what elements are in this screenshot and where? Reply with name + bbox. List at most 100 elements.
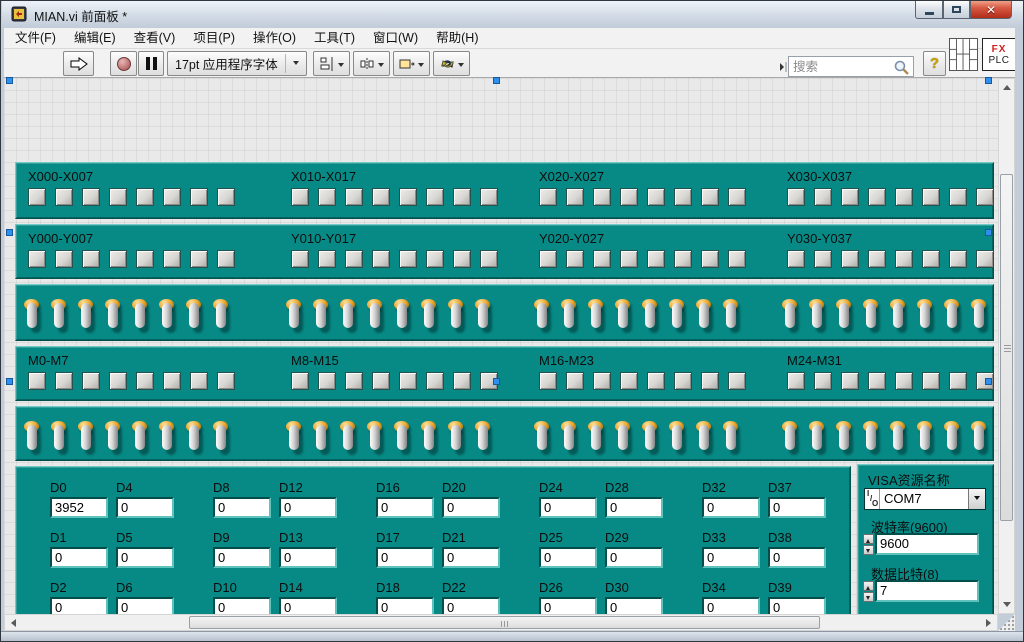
toggle-switch[interactable] xyxy=(696,297,712,333)
toggle-switch[interactable] xyxy=(782,419,798,455)
spinner-down-icon[interactable] xyxy=(863,592,874,602)
d-register-field[interactable]: 0 xyxy=(444,499,498,516)
toggle-switch[interactable] xyxy=(159,419,175,455)
toggle-switch[interactable] xyxy=(340,297,356,333)
spinner-up-icon[interactable] xyxy=(863,534,874,544)
toggle-switch[interactable] xyxy=(836,297,852,333)
d-register-field[interactable]: 0 xyxy=(281,499,335,516)
scroll-up-button[interactable] xyxy=(999,79,1014,95)
toggle-switch[interactable] xyxy=(642,297,658,333)
toggle-switch[interactable] xyxy=(944,419,960,455)
toggle-switch[interactable] xyxy=(313,419,329,455)
scroll-right-button[interactable] xyxy=(981,615,997,630)
toggle-switch[interactable] xyxy=(615,419,631,455)
toggle-switch[interactable] xyxy=(186,419,202,455)
toggle-switch[interactable] xyxy=(394,419,410,455)
search-expand-icon[interactable] xyxy=(777,56,788,77)
toggle-switch[interactable] xyxy=(782,297,798,333)
d-register-field[interactable]: 0 xyxy=(118,549,172,566)
toggle-switch[interactable] xyxy=(809,297,825,333)
selection-handle[interactable] xyxy=(493,378,500,385)
vi-icon[interactable]: FX PLC xyxy=(982,38,1016,71)
abort-button[interactable] xyxy=(110,51,137,76)
toggle-switch[interactable] xyxy=(696,419,712,455)
d-register-field[interactable]: 0 xyxy=(541,549,595,566)
selection-handle[interactable] xyxy=(985,77,992,84)
toggle-switch[interactable] xyxy=(286,297,302,333)
minimize-button[interactable] xyxy=(915,1,943,19)
toggle-switch[interactable] xyxy=(669,297,685,333)
d-register-field[interactable]: 0 xyxy=(444,549,498,566)
horizontal-scrollbar[interactable] xyxy=(4,614,998,631)
selection-handle[interactable] xyxy=(493,77,500,84)
resize-grip[interactable] xyxy=(998,614,1015,631)
visa-resource-dropdown[interactable]: I/O COM7 xyxy=(864,488,986,510)
d-register-field[interactable]: 0 xyxy=(770,499,824,516)
toggle-switch[interactable] xyxy=(971,419,987,455)
toggle-switch[interactable] xyxy=(105,419,121,455)
menu-item-3[interactable]: 项目(P) xyxy=(184,28,244,48)
toggle-switch[interactable] xyxy=(421,419,437,455)
toggle-switch[interactable] xyxy=(809,419,825,455)
toggle-switch[interactable] xyxy=(340,419,356,455)
toggle-switch[interactable] xyxy=(588,419,604,455)
help-button[interactable]: ? xyxy=(923,51,946,76)
d-register-field[interactable]: 0 xyxy=(607,499,661,516)
toggle-switch[interactable] xyxy=(78,297,94,333)
toggle-switch[interactable] xyxy=(917,297,933,333)
toggle-switch[interactable] xyxy=(313,297,329,333)
font-selector[interactable]: 17pt 应用程序字体 xyxy=(167,51,307,76)
d-register-field[interactable]: 0 xyxy=(770,549,824,566)
selection-handle[interactable] xyxy=(985,229,992,236)
d-register-field[interactable]: 0 xyxy=(215,549,269,566)
toggle-switch[interactable] xyxy=(132,419,148,455)
d-register-field[interactable]: 0 xyxy=(378,499,432,516)
toggle-switch[interactable] xyxy=(24,419,40,455)
toggle-switch[interactable] xyxy=(642,419,658,455)
menu-item-6[interactable]: 窗口(W) xyxy=(364,28,427,48)
menu-item-0[interactable]: 文件(F) xyxy=(6,28,65,48)
toggle-switch[interactable] xyxy=(534,419,550,455)
toggle-switch[interactable] xyxy=(367,419,383,455)
toggle-switch[interactable] xyxy=(421,297,437,333)
toggle-switch[interactable] xyxy=(51,419,67,455)
reorder-objects-button[interactable] xyxy=(433,51,470,76)
toggle-switch[interactable] xyxy=(723,419,739,455)
toggle-switch[interactable] xyxy=(588,297,604,333)
d-register-field[interactable]: 0 xyxy=(704,549,758,566)
d-register-field[interactable]: 0 xyxy=(607,549,661,566)
d-register-field[interactable]: 0 xyxy=(281,549,335,566)
align-objects-button[interactable] xyxy=(313,51,350,76)
search-input[interactable] xyxy=(791,58,891,75)
dropdown-button[interactable] xyxy=(968,489,985,509)
toggle-switch[interactable] xyxy=(890,297,906,333)
connector-pane-icon[interactable] xyxy=(949,38,978,71)
toggle-switch[interactable] xyxy=(286,419,302,455)
distribute-objects-button[interactable] xyxy=(353,51,390,76)
toggle-switch[interactable] xyxy=(159,297,175,333)
menu-item-4[interactable]: 操作(O) xyxy=(244,28,305,48)
toggle-switch[interactable] xyxy=(51,297,67,333)
toggle-switch[interactable] xyxy=(394,297,410,333)
toggle-switch[interactable] xyxy=(534,297,550,333)
menu-item-5[interactable]: 工具(T) xyxy=(305,28,364,48)
scroll-left-button[interactable] xyxy=(5,615,21,630)
d-register-field[interactable]: 0 xyxy=(378,549,432,566)
toggle-switch[interactable] xyxy=(863,419,879,455)
horizontal-scrollbar-thumb[interactable] xyxy=(189,616,820,629)
toggle-switch[interactable] xyxy=(475,297,491,333)
toggle-switch[interactable] xyxy=(213,419,229,455)
menu-item-1[interactable]: 编辑(E) xyxy=(65,28,125,48)
toggle-switch[interactable] xyxy=(944,297,960,333)
spinner-up-icon[interactable] xyxy=(863,581,874,591)
d-register-field[interactable]: 0 xyxy=(704,499,758,516)
toggle-switch[interactable] xyxy=(863,297,879,333)
window-icon[interactable] xyxy=(11,6,27,22)
selection-handle[interactable] xyxy=(6,77,13,84)
toggle-switch[interactable] xyxy=(917,419,933,455)
toggle-switch[interactable] xyxy=(78,419,94,455)
maximize-button[interactable] xyxy=(943,1,970,19)
toggle-switch[interactable] xyxy=(890,419,906,455)
toggle-switch[interactable] xyxy=(367,297,383,333)
selection-handle[interactable] xyxy=(6,378,13,385)
